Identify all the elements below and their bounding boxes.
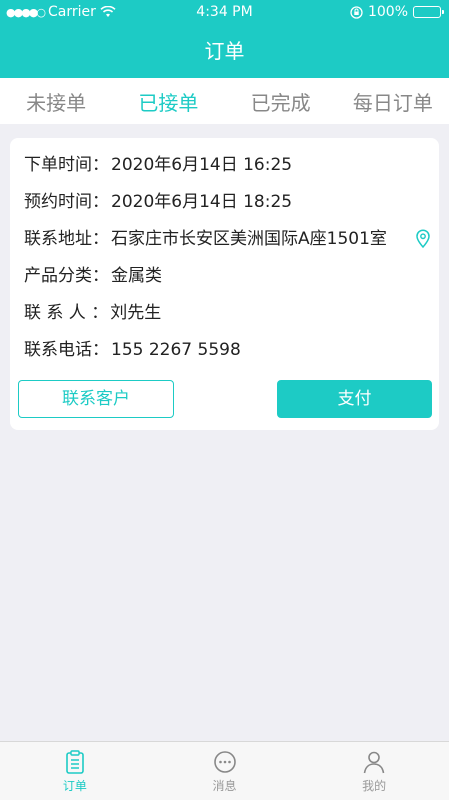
tab-completed[interactable]: 已完成: [225, 87, 337, 116]
tab-unaccepted[interactable]: 未接单: [0, 87, 112, 116]
category-row: 产品分类： 金属类: [24, 264, 162, 288]
message-icon: [213, 751, 236, 773]
location-pin-icon[interactable]: [415, 229, 431, 249]
pay-button[interactable]: 支付: [277, 380, 432, 418]
appointment-time-label: 预约时间：: [24, 192, 109, 212]
category-label: 产品分类：: [24, 266, 109, 286]
address-value: 石家庄市长安区美洲国际A座1501室: [111, 229, 387, 249]
contact-person-value: 刘先生: [110, 303, 162, 323]
address-row: 联系地址： 石家庄市长安区美洲国际A座1501室: [24, 227, 435, 251]
tabbar-label-profile: 我的: [362, 779, 387, 793]
appointment-time-value: 2020年6月14日 18:25: [111, 192, 293, 212]
battery-icon: [413, 6, 444, 18]
phone-label: 联系电话：: [24, 340, 109, 360]
profile-icon: [363, 751, 385, 774]
bottom-tab-bar: 订单 消息 我的: [0, 741, 449, 800]
nav-title: 订单: [0, 24, 449, 78]
battery-percent: 100%: [367, 4, 408, 20]
order-time-label: 下单时间：: [24, 155, 109, 175]
category-value: 金属类: [111, 266, 162, 286]
phone-value: 155 2267 5598: [111, 340, 241, 360]
status-right: 100%: [350, 4, 444, 20]
contact-person-label: 联 系 人 ：: [24, 303, 109, 323]
tabbar-item-profile[interactable]: 我的: [299, 742, 449, 800]
order-time-value: 2020年6月14日 16:25: [111, 155, 293, 175]
status-bar: ●●●●○ Carrier 4:34 PM 100%: [0, 0, 449, 24]
tabbar-label-messages: 消息: [212, 779, 237, 793]
tabbar-label-orders: 订单: [62, 779, 87, 793]
tab-accepted[interactable]: 已接单: [112, 87, 224, 116]
orientation-lock-icon: [350, 5, 363, 19]
order-tabs: 未接单 已接单 已完成 每日订单: [0, 78, 449, 124]
contact-person-row: 联 系 人 ：刘先生: [24, 301, 161, 325]
order-card: 下单时间： 2020年6月14日 16:25 预约时间： 2020年6月14日 18…: [10, 138, 439, 430]
appointment-time-row: 预约时间： 2020年6月14日 18:25: [24, 190, 292, 214]
tab-daily-orders[interactable]: 每日订单: [337, 87, 449, 116]
tabbar-item-messages[interactable]: 消息: [150, 742, 300, 800]
phone-row: 联系电话： 155 2267 5598: [24, 338, 241, 362]
contact-customer-button[interactable]: 联系客户: [18, 380, 174, 418]
order-icon: [66, 750, 84, 774]
order-time-row: 下单时间： 2020年6月14日 16:25: [24, 153, 292, 177]
address-label: 联系地址：: [24, 229, 109, 249]
tabbar-item-orders[interactable]: 订单: [0, 742, 150, 800]
